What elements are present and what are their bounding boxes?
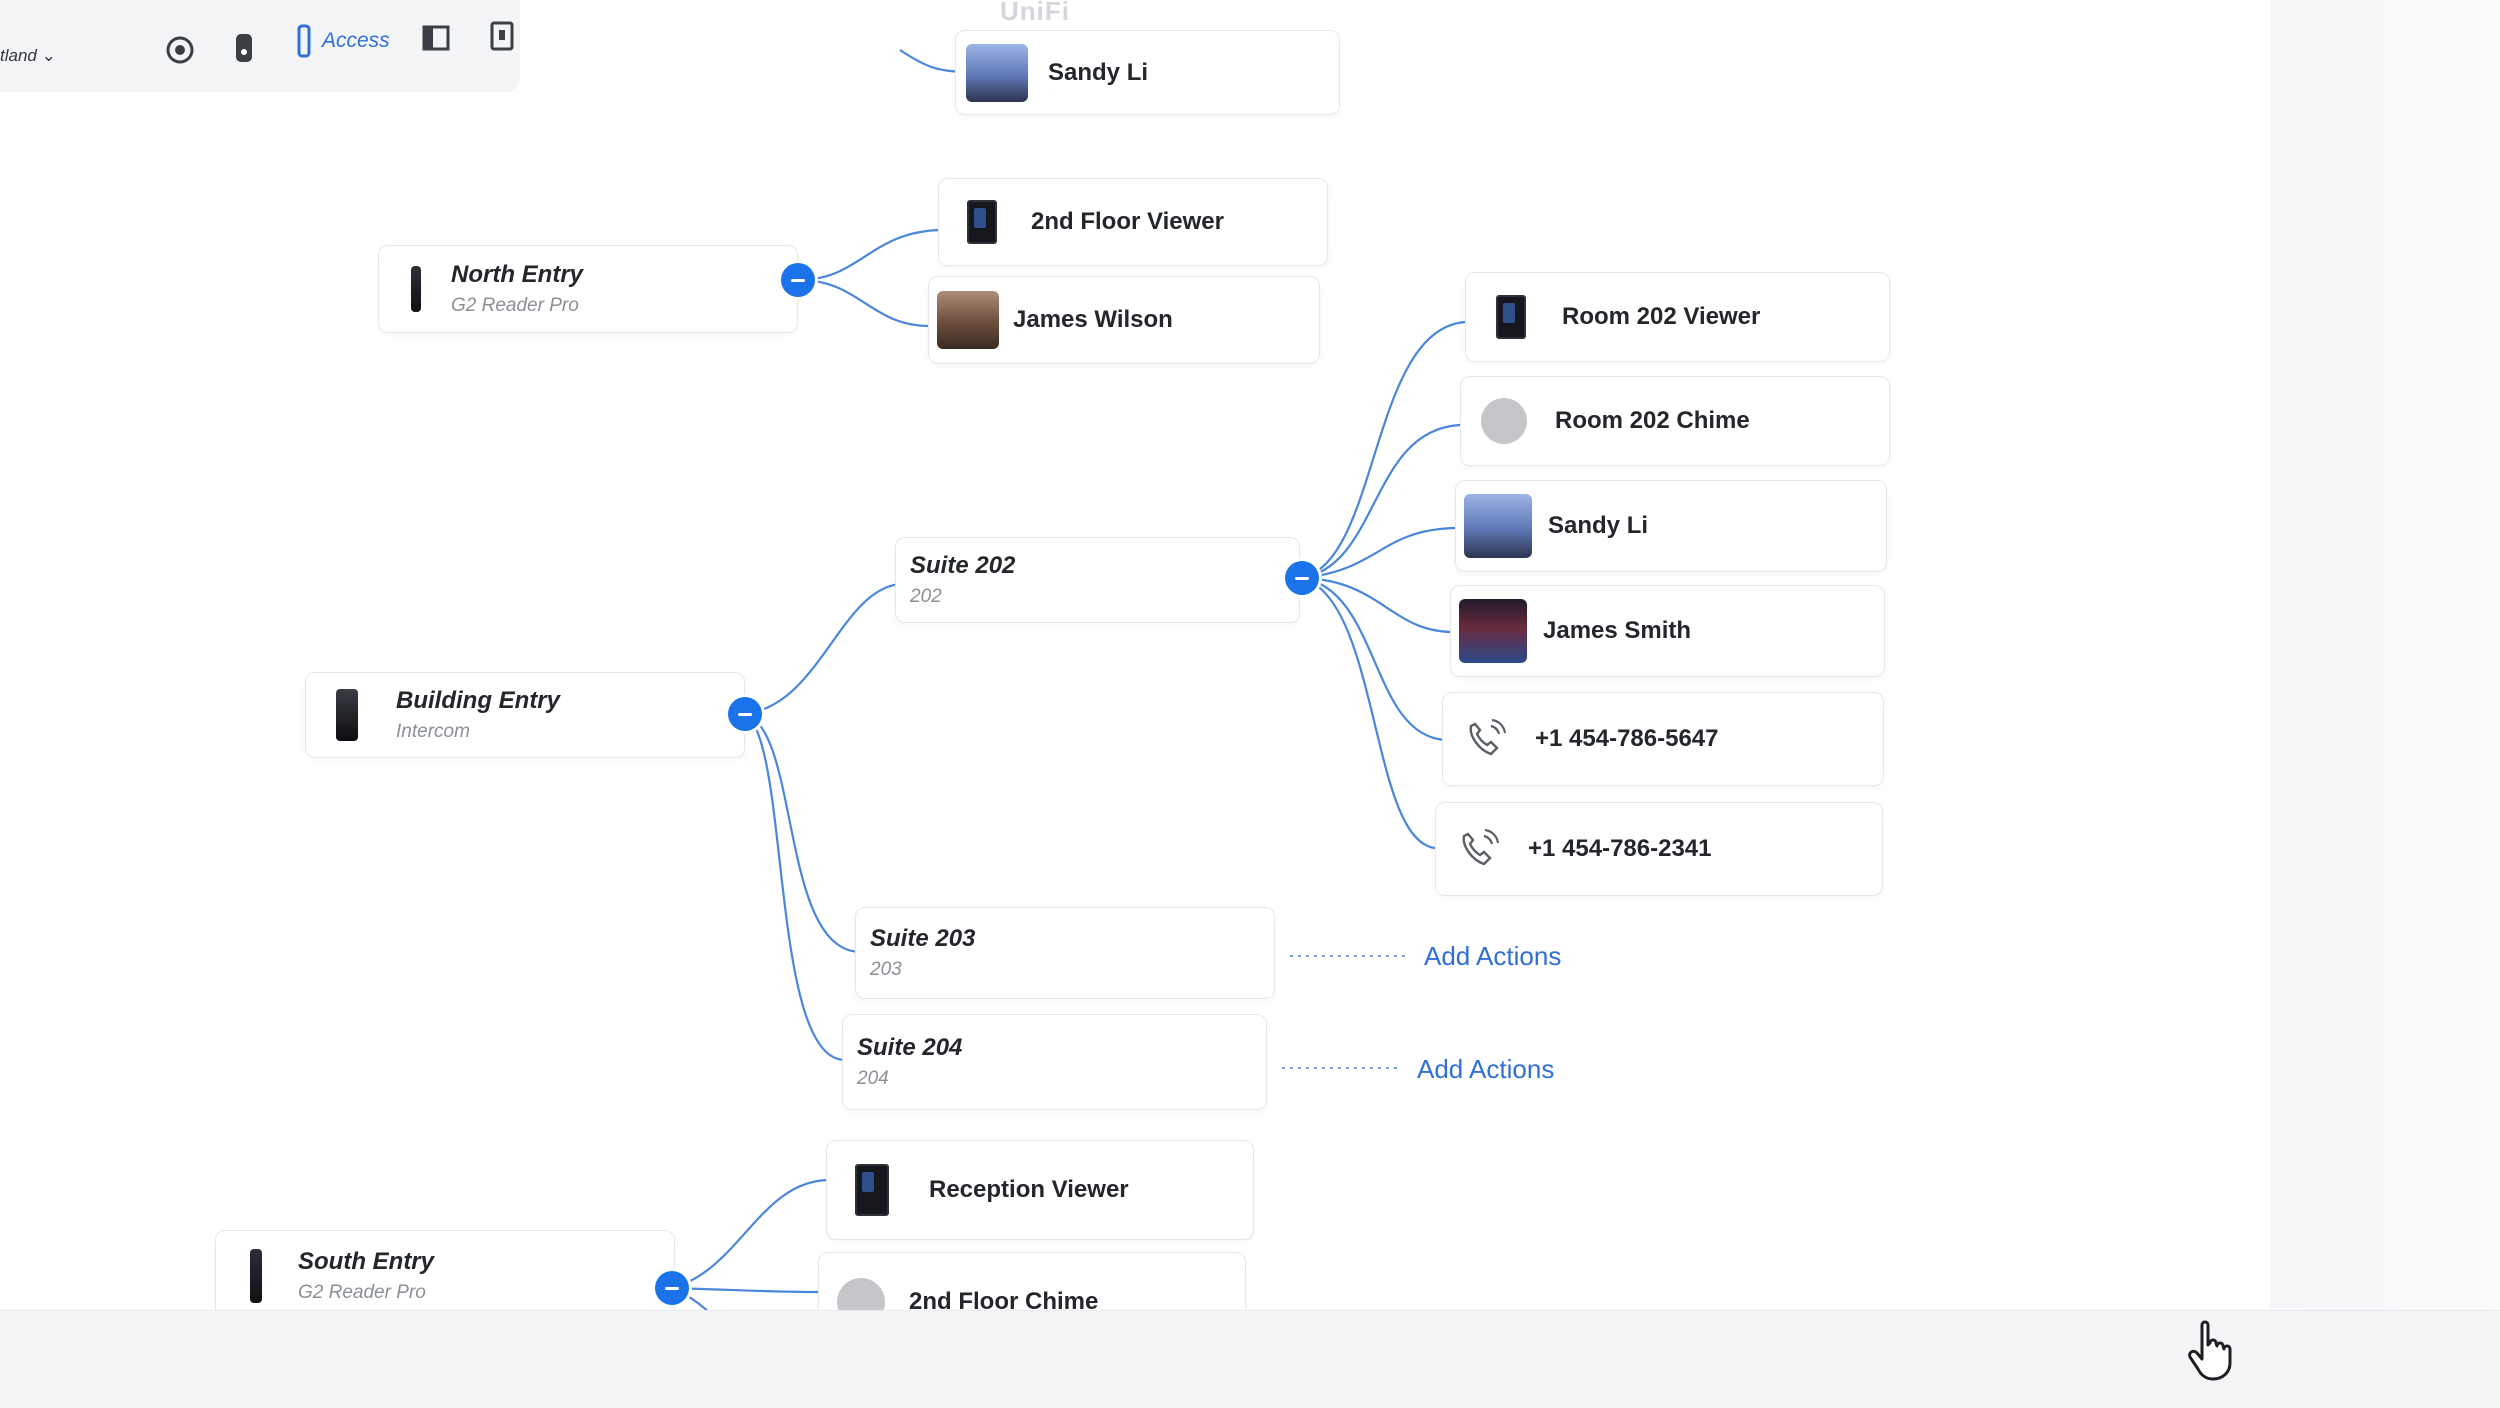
person-name: James Wilson — [1013, 306, 1173, 333]
person-name: Sandy Li — [1548, 512, 1649, 539]
entry-model: G2 Reader Pro — [451, 295, 579, 316]
viewer-name: 2nd Floor Viewer — [1031, 208, 1224, 235]
suite-name: Suite 203 — [870, 925, 976, 952]
collapse-button-suite-202[interactable] — [1285, 561, 1319, 595]
entry-name: North Entry — [451, 261, 583, 288]
doorbell-icon[interactable] — [224, 28, 264, 68]
entry-name: Building Entry — [396, 687, 560, 714]
chevron-down-icon: ⌄ — [41, 46, 56, 65]
collapse-button-building-entry[interactable] — [728, 697, 762, 731]
tab-access[interactable]: Access — [296, 24, 390, 58]
chime-node-room-202[interactable]: Room 202 Chime — [1460, 376, 1890, 466]
suite-node-202[interactable]: Suite 202 202 — [895, 537, 1300, 623]
viewer-icon — [855, 1164, 889, 1216]
add-actions-link-suite-203[interactable]: Add Actions — [1424, 941, 1561, 972]
intercom-device-icon — [336, 689, 358, 741]
collapse-button-south-entry[interactable] — [655, 1271, 689, 1305]
entry-name: South Entry — [298, 1248, 434, 1275]
entry-model: Intercom — [396, 721, 470, 742]
tab-access-label: Access — [322, 29, 390, 52]
avatar — [937, 291, 999, 349]
suite-number: 204 — [857, 1068, 889, 1089]
reader-icon — [411, 266, 421, 312]
viewer-icon — [1496, 295, 1526, 339]
suite-name: Suite 202 — [910, 552, 1016, 579]
phone-number: +1 454-786-2341 — [1528, 835, 1712, 862]
app-window: tland ⌄ Access UniFi Sandy Li North Entr… — [0, 0, 2270, 1407]
phone-icon — [1469, 718, 1507, 756]
viewer-icon — [967, 200, 997, 244]
right-panel — [2270, 0, 2500, 1407]
viewer-node-reception[interactable]: Reception Viewer — [826, 1140, 1254, 1240]
avatar — [1459, 599, 1527, 663]
reader-icon — [250, 1249, 262, 1303]
entry-node-building[interactable]: Building Entry Intercom — [305, 672, 745, 758]
suite-number: 203 — [870, 959, 902, 980]
phone-node-2[interactable]: +1 454-786-2341 — [1435, 802, 1883, 896]
viewer-node-room-202[interactable]: Room 202 Viewer — [1465, 272, 1890, 362]
site-selector[interactable]: tland ⌄ — [0, 46, 56, 66]
brand-logo: UniFi — [1000, 0, 1070, 26]
person-name: Sandy Li — [1048, 58, 1149, 86]
suite-name: Suite 204 — [857, 1034, 963, 1061]
add-actions-link-suite-204[interactable]: Add Actions — [1417, 1054, 1554, 1085]
suite-node-204[interactable]: Suite 204 204 — [842, 1014, 1267, 1110]
person-name: James Smith — [1543, 617, 1692, 644]
site-label: tland — [0, 46, 37, 65]
intercom-icon[interactable] — [482, 16, 522, 56]
person-node-sandy-li-top[interactable]: Sandy Li — [955, 30, 1340, 115]
chime-name: Room 202 Chime — [1555, 407, 1750, 434]
suite-number: 202 — [910, 586, 942, 607]
entry-node-north[interactable]: North Entry G2 Reader Pro — [378, 245, 798, 333]
chime-icon — [1481, 398, 1527, 444]
phone-icon — [1462, 828, 1500, 866]
person-node-james-smith[interactable]: James Smith — [1450, 585, 1885, 677]
entry-model: G2 Reader Pro — [298, 1282, 426, 1303]
person-node-sandy-li[interactable]: Sandy Li — [1455, 480, 1887, 572]
top-toolbar: tland ⌄ Access — [0, 0, 520, 92]
viewer-node-2nd-floor[interactable]: 2nd Floor Viewer — [938, 178, 1328, 266]
avatar — [1464, 494, 1532, 558]
access-icon — [297, 24, 311, 58]
entry-node-south[interactable]: South Entry G2 Reader Pro — [215, 1230, 675, 1322]
avatar — [966, 43, 1028, 102]
hand-cursor-icon — [2188, 1320, 2232, 1381]
phone-number: +1 454-786-5647 — [1535, 725, 1719, 752]
bottom-bar — [0, 1310, 2500, 1408]
viewer-name: Room 202 Viewer — [1562, 303, 1761, 330]
phone-node-1[interactable]: +1 454-786-5647 — [1442, 692, 1884, 786]
viewer-name: Reception Viewer — [929, 1176, 1129, 1203]
collapse-button-north-entry[interactable] — [781, 263, 815, 297]
person-node-james-wilson[interactable]: James Wilson — [928, 276, 1320, 364]
floorplan-icon[interactable] — [416, 18, 456, 58]
camera-icon[interactable] — [160, 30, 200, 70]
suite-node-203[interactable]: Suite 203 203 — [855, 907, 1275, 999]
